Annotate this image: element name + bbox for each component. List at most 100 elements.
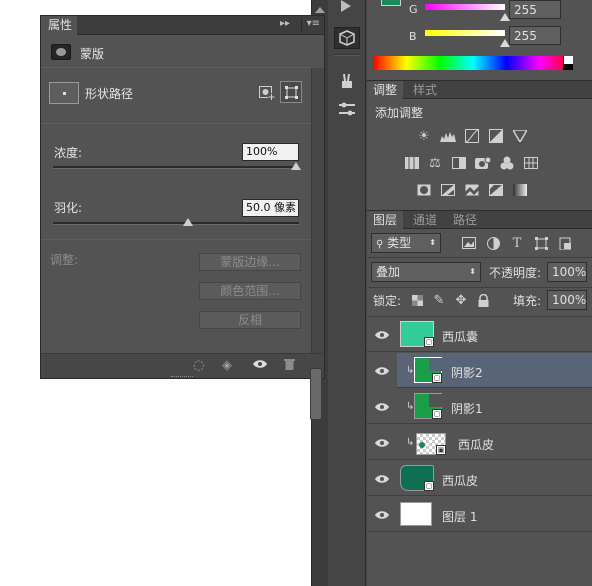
resize-grip[interactable]: [171, 376, 193, 379]
layer-row[interactable]: ▢ 西瓜囊: [367, 317, 592, 352]
levels-icon[interactable]: [440, 129, 456, 143]
gradient-map-icon[interactable]: [512, 183, 528, 197]
thumb-notch: [429, 358, 442, 371]
eye-icon[interactable]: [375, 329, 389, 343]
layer-name[interactable]: 西瓜皮: [442, 472, 478, 489]
density-input[interactable]: 100%: [242, 143, 299, 161]
channel-g-slider[interactable]: [425, 4, 505, 10]
tab-channels[interactable]: 通道: [407, 211, 443, 229]
filter-smart-object-icon[interactable]: [557, 236, 573, 250]
layer-thumbnail[interactable]: ▢: [414, 393, 442, 419]
feather-slider-thumb[interactable]: [183, 218, 194, 226]
layer-filter-label: 类型: [387, 236, 412, 250]
layer-name[interactable]: 阴影2: [451, 364, 483, 381]
brush-settings-icon[interactable]: [334, 98, 360, 120]
opacity-input[interactable]: 100%: [547, 262, 587, 282]
collapse-double-arrow-icon[interactable]: ▸▸: [280, 18, 290, 29]
vector-mask-thumbnail[interactable]: [49, 82, 79, 104]
layer-thumbnail[interactable]: ▢: [400, 321, 434, 347]
layer-row[interactable]: ↳ ▢ 阴影1: [367, 389, 592, 424]
load-selection-icon[interactable]: ◌: [193, 358, 204, 373]
layer-name[interactable]: 西瓜囊: [442, 328, 478, 345]
mask-edge-button[interactable]: 蒙版边缘...: [199, 253, 301, 271]
vertical-scrollbar-thumb[interactable]: [310, 368, 322, 420]
eye-icon[interactable]: [375, 401, 389, 415]
channel-b-value[interactable]: 255: [509, 26, 561, 45]
channel-mixer-icon[interactable]: [499, 156, 515, 170]
invert-button[interactable]: 反相: [199, 311, 301, 329]
layer-thumbnail[interactable]: [400, 502, 432, 526]
layer-thumbnail[interactable]: ▣: [416, 433, 446, 455]
vibrance-icon[interactable]: [512, 129, 528, 143]
panel-menu-icon[interactable]: ▾≡: [307, 18, 320, 29]
white-black-swatch[interactable]: [563, 56, 573, 70]
filter-type-icon[interactable]: T: [509, 236, 525, 251]
filter-adjustment-icon[interactable]: [485, 236, 501, 250]
density-slider-thumb[interactable]: [291, 162, 301, 170]
eye-icon[interactable]: [375, 365, 389, 379]
layer-row[interactable]: 图层 1: [367, 497, 592, 532]
layer-row[interactable]: ↳ ▣ 西瓜皮: [367, 425, 592, 460]
play-icon[interactable]: [336, 0, 356, 12]
channel-b-slider[interactable]: [425, 30, 505, 36]
density-slider-track[interactable]: [53, 166, 299, 169]
layer-thumbnail[interactable]: ▢: [414, 357, 442, 383]
smart-object-badge-icon: ▣: [436, 445, 446, 455]
filter-shape-icon[interactable]: [533, 236, 549, 250]
adjustments-panel: 调整 样式 添加调整 ☀ ⚖: [367, 80, 592, 210]
brush-presets-icon[interactable]: [334, 70, 360, 92]
color-lookup-icon[interactable]: [523, 156, 539, 170]
foreground-swatch[interactable]: [381, 0, 401, 6]
eye-icon[interactable]: [375, 509, 389, 523]
layer-row-selected[interactable]: ↳ ▢ 阴影2: [367, 353, 592, 388]
apply-mask-icon[interactable]: ◈: [222, 358, 232, 373]
properties-tabbar[interactable]: 属性 ▸▸ ▾≡: [41, 16, 324, 35]
tab-properties[interactable]: 属性: [41, 16, 77, 35]
layer-thumbnail[interactable]: ▢: [400, 465, 434, 491]
posterize-icon[interactable]: [440, 183, 456, 197]
tab-layers[interactable]: 图层: [367, 211, 404, 229]
layer-row[interactable]: ▢ 西瓜皮: [367, 461, 592, 496]
lock-brush-icon[interactable]: ✎: [431, 293, 447, 308]
color-range-button[interactable]: 颜色范围...: [199, 282, 301, 300]
layer-filter-select[interactable]: ⚲ 类型 ⬍: [371, 233, 441, 253]
lock-all-icon[interactable]: [475, 293, 491, 307]
fill-input[interactable]: 100%: [547, 290, 587, 310]
color-balance-icon[interactable]: ⚖: [427, 156, 443, 171]
hsl-icon[interactable]: [404, 156, 420, 170]
brightness-icon[interactable]: ☀: [416, 129, 432, 144]
exposure-icon[interactable]: [488, 129, 504, 143]
curves-icon[interactable]: [464, 129, 480, 143]
black-white-icon[interactable]: [451, 156, 467, 170]
collapse-arrow-icon[interactable]: [315, 2, 325, 13]
updown-icon: ⬍: [429, 238, 436, 247]
color-spectrum-bar[interactable]: [373, 56, 573, 70]
invert-icon[interactable]: [416, 183, 432, 197]
layer-name[interactable]: 西瓜皮: [458, 436, 494, 453]
3d-cube-icon[interactable]: [334, 27, 360, 49]
lock-move-icon[interactable]: ✥: [453, 293, 469, 308]
properties-scrollbar[interactable]: [311, 68, 324, 353]
trash-icon[interactable]: [284, 358, 295, 374]
selective-color-icon[interactable]: [488, 183, 504, 197]
feather-slider-track[interactable]: [53, 222, 299, 225]
tab-adjustments[interactable]: 调整: [367, 81, 404, 99]
eye-icon[interactable]: [375, 437, 389, 451]
add-pixel-mask-icon[interactable]: [259, 86, 275, 103]
blend-mode-select[interactable]: 叠加 ⬍: [371, 262, 481, 282]
lock-transparent-icon[interactable]: [409, 293, 425, 307]
tab-paths[interactable]: 路径: [447, 211, 483, 229]
layer-name[interactable]: 图层 1: [442, 508, 477, 525]
right-panel-column: G 255 B 255 调整 样式 添加调整 ☀ ⚖ 图层 通道 路径 ⚲ 类型…: [367, 0, 592, 586]
add-adjustment-heading: 添加调整: [375, 106, 424, 120]
visibility-eye-icon[interactable]: [253, 358, 267, 373]
tab-styles[interactable]: 样式: [407, 81, 443, 99]
channel-g-value[interactable]: 255: [509, 0, 561, 19]
vector-mask-button[interactable]: [280, 81, 302, 103]
filter-pixel-icon[interactable]: [461, 236, 477, 250]
eye-icon[interactable]: [375, 473, 389, 487]
feather-input[interactable]: 50.0 像素: [242, 199, 299, 217]
layer-name[interactable]: 阴影1: [451, 400, 483, 417]
threshold-icon[interactable]: [464, 183, 480, 197]
photo-filter-icon[interactable]: [475, 156, 491, 170]
